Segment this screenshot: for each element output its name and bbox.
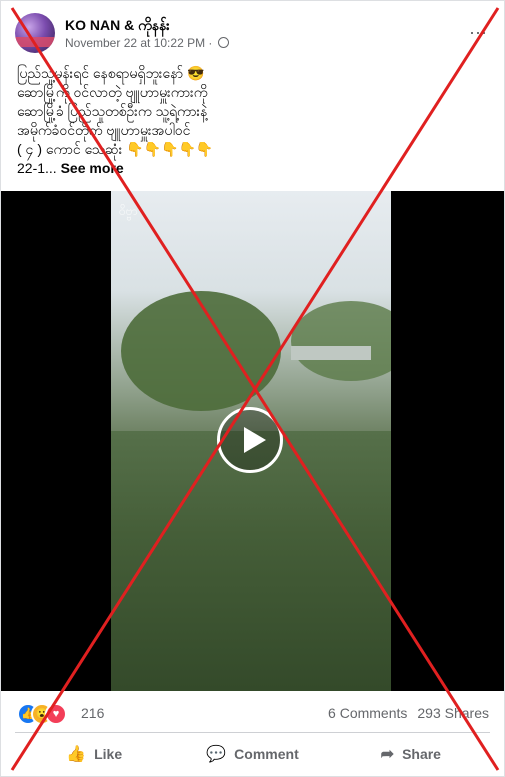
post-text-line: ဆောမြို့ကို ဝင်လာတဲ့ ဗျူဟာမှူးကားကို bbox=[17, 84, 208, 100]
like-label: Like bbox=[94, 746, 123, 762]
action-bar: 👍 Like 💬 Comment ➦ Share bbox=[15, 737, 490, 771]
post-text-line: အမိုက်ခံဝင်တိုက် ဗျူဟာမှူးအပါဝင် bbox=[17, 122, 191, 138]
video-watermark: ဝိဗ္ဗာ bbox=[119, 204, 138, 218]
love-reaction-icon: ♥ bbox=[45, 703, 67, 725]
share-icon: ➦ bbox=[380, 746, 395, 763]
comments-count[interactable]: 6 Comments bbox=[328, 705, 407, 721]
author-name[interactable]: KO NAN & ကိုနန်း bbox=[65, 16, 170, 37]
post-timestamp: November 22 at 10:22 PM · bbox=[65, 36, 229, 50]
post-header: KO NAN & ကိုနန်း November 22 at 10:22 PM… bbox=[15, 13, 492, 53]
more-options-icon[interactable]: ⋯ bbox=[469, 23, 488, 44]
like-button[interactable]: 👍 Like bbox=[15, 737, 173, 771]
thumbs-up-icon: 👍 bbox=[66, 746, 87, 763]
tree-shape bbox=[121, 291, 281, 411]
comment-label: Comment bbox=[234, 746, 299, 762]
play-icon[interactable] bbox=[217, 407, 283, 473]
reactions-summary[interactable]: 👍 😮 ♥ bbox=[17, 703, 75, 725]
tree-shape bbox=[291, 301, 391, 381]
divider bbox=[15, 732, 490, 733]
post-text-line: 22-1... See more bbox=[17, 159, 487, 178]
timestamp-text[interactable]: November 22 at 10:22 PM · bbox=[65, 36, 212, 50]
video-player[interactable]: ဝိဗ္ဗာ bbox=[1, 191, 504, 691]
share-label: Share bbox=[402, 746, 441, 762]
reaction-count[interactable]: 216 bbox=[81, 705, 104, 721]
globe-icon bbox=[217, 37, 229, 48]
post-text-line: ( ၄ ) ကောင် သေဆုံး 👇👇👇👇👇 bbox=[17, 141, 214, 157]
share-button[interactable]: ➦ Share bbox=[332, 737, 490, 771]
post-text: ပြည်သူ့မန်းရင် နေစရာမရှိဘူးနော် 😎 ဆောမြိ… bbox=[17, 64, 487, 178]
see-more-link[interactable]: See more bbox=[61, 160, 124, 176]
post-card: KO NAN & ကိုနန်း November 22 at 10:22 PM… bbox=[0, 0, 505, 777]
comment-icon: 💬 bbox=[206, 746, 227, 763]
post-stats: 👍 😮 ♥ 216 6 Comments 293 Shares bbox=[17, 701, 489, 725]
post-text-line: ပြည်သူ့မန်းရင် နေစရာမရှိဘူးနော် 😎 bbox=[17, 65, 205, 81]
roof-shape bbox=[291, 346, 371, 360]
avatar[interactable] bbox=[15, 13, 55, 53]
post-text-line: ဆောမြို့ခံ ပြည်သူတစ်ဦးက သူ့ရဲ့ကားနဲ့ bbox=[17, 103, 208, 119]
comments-shares: 6 Comments 293 Shares bbox=[328, 705, 489, 721]
preview-tail: 22-1... bbox=[17, 160, 57, 176]
comment-button[interactable]: 💬 Comment bbox=[173, 737, 331, 771]
shares-count[interactable]: 293 Shares bbox=[417, 705, 489, 721]
